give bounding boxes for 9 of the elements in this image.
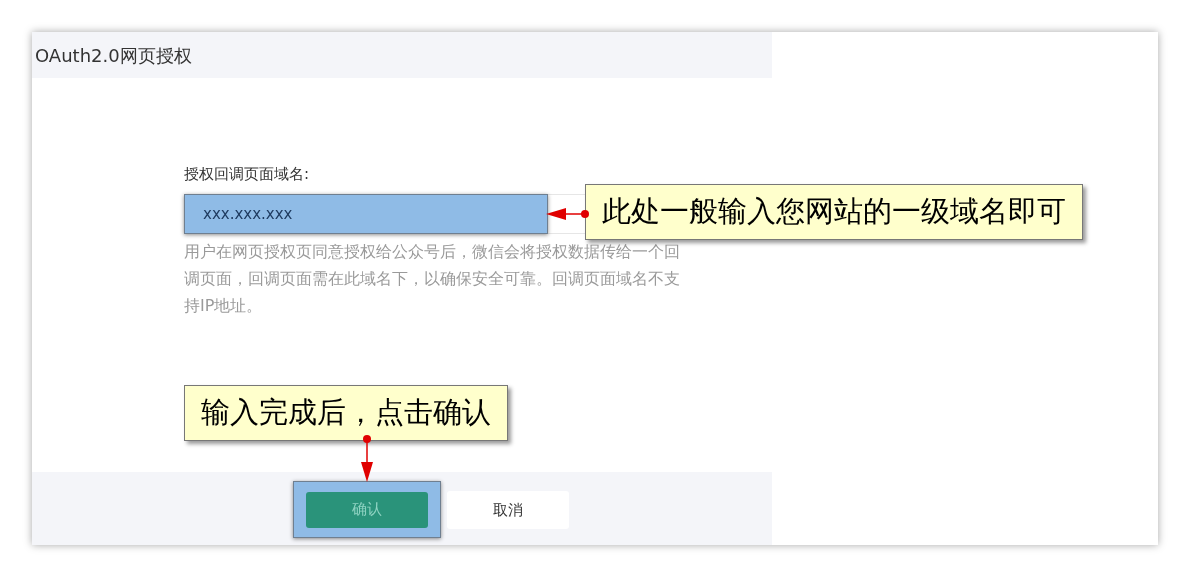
domain-input-field[interactable]: xxx.xxx.xxx [184,194,548,234]
callout-note: 此处一般输入您网站的一级域名即可 [585,184,1083,240]
pointer-arrow [546,207,590,221]
pointer-arrow [360,434,374,482]
callout-note: 输入完成后，点击确认 [184,385,508,441]
field-label: 授权回调页面域名: [184,164,311,184]
cancel-button[interactable]: 取消 [447,491,569,529]
help-text: 用户在网页授权页同意授权给公众号后，微信会将授权数据传给一个回调页面，回调页面需在此域名下，以确保安全可靠。回调页面域名不支持IP地址。 [184,241,680,317]
dialog-title: OAuth2.0网页授权 [35,43,192,68]
